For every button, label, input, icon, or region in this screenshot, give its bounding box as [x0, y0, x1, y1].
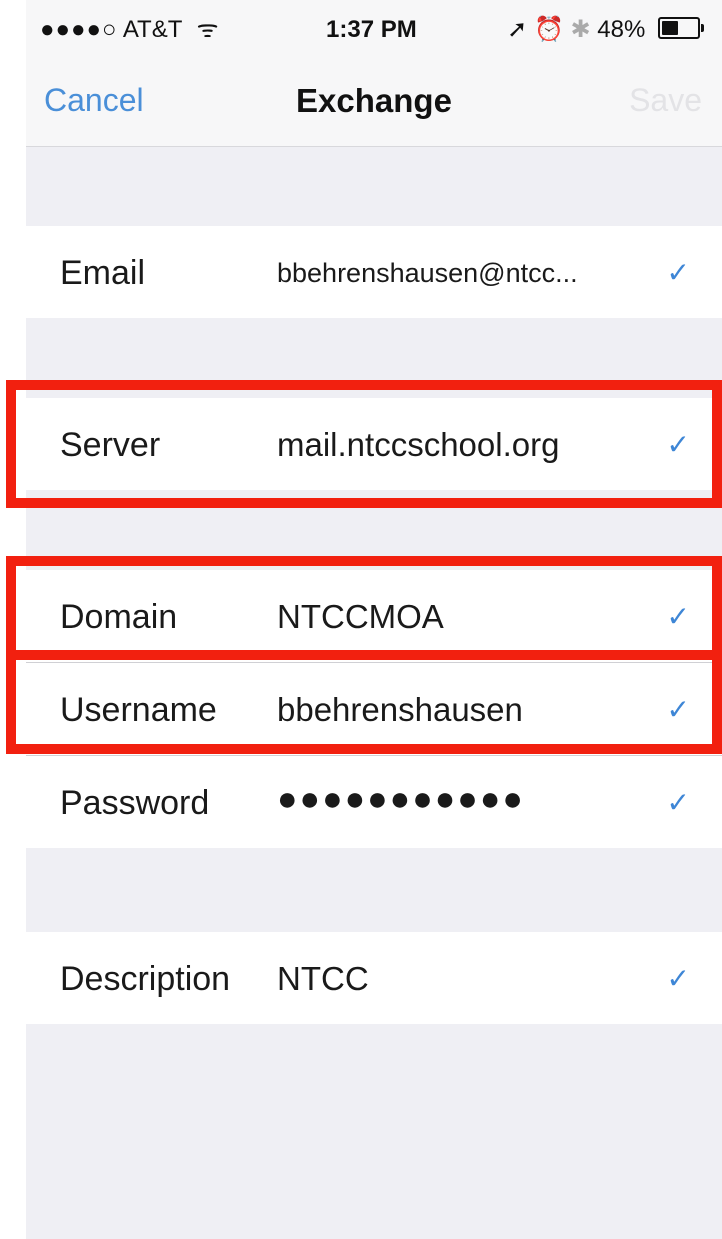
username-label: Username	[60, 691, 217, 729]
username-row[interactable]: Username bbehrenshausen ✓	[26, 663, 722, 756]
bluetooth-icon: ✱	[570, 16, 591, 43]
password-row[interactable]: Password ●●●●●●●●●●● ✓	[26, 756, 722, 848]
domain-row[interactable]: Domain NTCCMOA ✓	[26, 570, 722, 663]
page-title: Exchange	[296, 82, 452, 119]
checkmark-icon: ✓	[666, 257, 690, 288]
clock: 1:37 PM	[326, 16, 417, 43]
status-bar: ●●●●○ AT&T ᯤ 1:37 PM ➚ ⏰ ✱ 48%	[26, 0, 722, 62]
credentials-group: Domain NTCCMOA ✓ Username bbehrenshausen…	[26, 570, 722, 848]
battery-fill	[662, 21, 678, 35]
settings-screen: ●●●●○ AT&T ᯤ 1:37 PM ➚ ⏰ ✱ 48% Cancel Ex…	[26, 0, 722, 1239]
email-field[interactable]: bbehrenshausen@ntcc...	[277, 258, 578, 289]
server-group: Server mail.ntccschool.org ✓	[26, 398, 722, 490]
password-label: Password	[60, 784, 210, 822]
description-group: Description NTCC ✓	[26, 932, 722, 1024]
carrier-info: ●●●●○ AT&T ᯤ	[40, 16, 219, 44]
wifi-icon: ᯤ	[196, 16, 219, 43]
navigation-bar: Cancel Exchange Save	[26, 62, 722, 147]
email-group: Email bbehrenshausen@ntcc... ✓	[26, 226, 722, 318]
status-icons: ➚ ⏰ ✱ 48%	[507, 16, 704, 44]
domain-label: Domain	[60, 598, 178, 636]
checkmark-icon: ✓	[666, 694, 690, 725]
domain-field[interactable]: NTCCMOA	[277, 598, 444, 636]
checkmark-icon: ✓	[666, 787, 690, 818]
description-row[interactable]: Description NTCC ✓	[26, 932, 722, 1024]
email-label: Email	[60, 254, 146, 292]
checkmark-icon: ✓	[666, 429, 690, 460]
location-icon: ➚	[507, 16, 528, 43]
password-field[interactable]: ●●●●●●●●●●●	[277, 780, 525, 819]
battery-icon	[658, 17, 704, 39]
signal-strength-icon: ●●●●○	[40, 16, 118, 43]
description-label: Description	[60, 960, 231, 998]
description-field[interactable]: NTCC	[277, 960, 369, 998]
checkmark-icon: ✓	[666, 601, 690, 632]
server-field[interactable]: mail.ntccschool.org	[277, 426, 559, 464]
checkmark-icon: ✓	[666, 963, 690, 994]
alarm-icon: ⏰	[533, 16, 564, 43]
email-row[interactable]: Email bbehrenshausen@ntcc... ✓	[26, 226, 722, 318]
carrier-name: AT&T	[122, 16, 182, 43]
server-label: Server	[60, 426, 161, 464]
save-button[interactable]: Save	[629, 82, 702, 119]
username-field[interactable]: bbehrenshausen	[277, 691, 523, 729]
server-row[interactable]: Server mail.ntccschool.org ✓	[26, 398, 722, 490]
battery-percent: 48%	[597, 16, 646, 43]
